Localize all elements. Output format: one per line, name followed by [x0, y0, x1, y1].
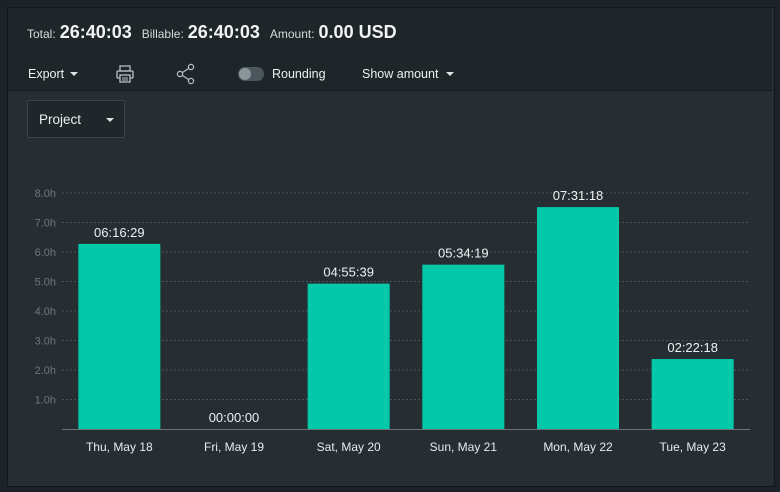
x-tick-label: Fri, May 19: [204, 440, 264, 454]
bar-value-label: 02:22:18: [667, 340, 718, 355]
x-tick-label: Sun, May 21: [430, 440, 498, 454]
y-tick-label: 6.0h: [35, 247, 56, 259]
bar-value-label: 06:16:29: [94, 225, 145, 240]
bar-value-label: 00:00:00: [209, 410, 260, 425]
y-tick-label: 2.0h: [35, 365, 56, 377]
bar-value-label: 07:31:18: [553, 188, 604, 203]
x-tick-label: Tue, May 23: [660, 440, 727, 454]
bar: [537, 207, 619, 429]
y-tick-label: 1.0h: [35, 395, 56, 407]
x-tick-label: Mon, May 22: [543, 440, 613, 454]
bar: [307, 283, 390, 429]
y-tick-label: 4.0h: [35, 306, 56, 318]
bar-value-label: 05:34:19: [438, 246, 489, 261]
y-tick-label: 5.0h: [35, 277, 56, 289]
y-tick-label: 7.0h: [35, 218, 56, 230]
bar: [78, 243, 161, 429]
bar-value-label: 04:55:39: [323, 265, 374, 280]
y-tick-label: 3.0h: [35, 336, 56, 348]
y-tick-label: 8.0h: [35, 188, 56, 200]
daily-hours-chart: 1.0h 2.0h 3.0h 4.0h 5.0h 6.0h 7.0h 8.0h 06:16:29…: [35, 188, 750, 454]
bar: [651, 359, 734, 429]
x-tick-label: Sat, May 20: [317, 440, 381, 454]
x-tick-label: Thu, May 18: [86, 440, 153, 454]
bar: [422, 264, 505, 429]
